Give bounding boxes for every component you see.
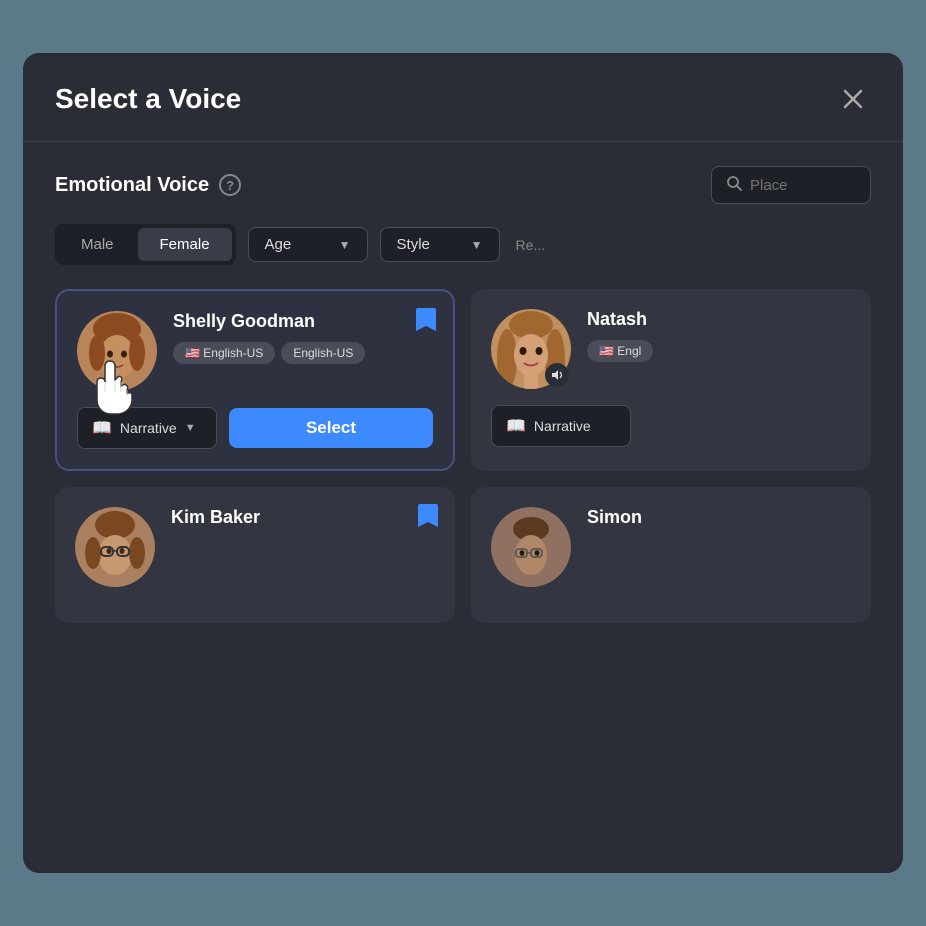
voice-card-natasha: Natash 🇺🇸 Engl 📖 Narrative [471,289,871,471]
search-icon [726,175,742,195]
avatar-wrap-simon [491,507,571,587]
avatar-wrap-natasha [491,309,571,389]
style-dropdown[interactable]: Style ▼ [380,227,500,262]
modal-header: Select a Voice [23,53,903,142]
close-icon [843,89,863,109]
modal-title: Select a Voice [55,83,241,115]
bookmark-icon-shelly [415,307,437,333]
section-title: Emotional Voice [55,174,209,197]
natasha-narrative-label: Narrative [534,418,591,434]
voice-tag-2: English-US [281,342,365,364]
book-icon-natasha: 📖 [506,416,526,436]
voice-info-natasha: Natash 🇺🇸 Engl [587,309,851,362]
help-icon[interactable]: ? [219,174,241,196]
age-dropdown-arrow: ▼ [339,238,351,252]
natasha-tag-1: 🇺🇸 Engl [587,340,653,362]
voice-tags-natasha: 🇺🇸 Engl [587,340,851,362]
voice-card-simon: Simon [471,487,871,623]
modal-body: Emotional Voice ? Male Female Age [23,142,903,647]
male-button[interactable]: Male [59,228,136,261]
search-box[interactable] [711,166,871,204]
age-label: Age [265,236,292,253]
avatar-simon [491,507,571,587]
avatar-shelly [77,311,157,391]
avatar-wrap-shelly [77,311,157,391]
bookmark-icon-kim [417,503,439,529]
narrative-dropdown-shelly[interactable]: 📖 Narrative ▼ [77,407,217,449]
voice-tag-1: 🇺🇸 English-US [173,342,275,364]
section-title-group: Emotional Voice ? [55,174,241,197]
search-input[interactable] [750,177,850,194]
gender-toggle: Male Female [55,224,236,265]
voice-card-top-kim: Kim Baker [75,507,435,587]
narrative-arrow: ▼ [185,422,196,434]
female-button[interactable]: Female [138,228,232,261]
voice-card-bottom-natasha: 📖 Narrative [491,405,851,447]
reset-text[interactable]: Re... [516,237,546,253]
age-dropdown[interactable]: Age ▼ [248,227,368,262]
style-dropdown-arrow: ▼ [471,238,483,252]
voice-card-top-natasha: Natash 🇺🇸 Engl [491,309,851,389]
narrative-dropdown-natasha[interactable]: 📖 Narrative [491,405,631,447]
close-button[interactable] [835,81,871,117]
voice-card-shelly: Shelly Goodman 🇺🇸 English-US English-US [55,289,455,471]
voice-card-top-simon: Simon [491,507,851,587]
voice-info-simon: Simon [587,507,851,538]
voice-name-simon: Simon [587,507,851,528]
select-button-shelly[interactable]: Select [229,408,433,448]
voice-selection-modal: Select a Voice Emotional Voice ? [23,53,903,873]
voice-name-kim: Kim Baker [171,507,435,528]
voice-info-kim: Kim Baker [171,507,435,538]
book-icon: 📖 [92,418,112,438]
voice-card-bottom-shelly: 📖 Narrative ▼ Select [77,407,433,449]
voice-name-shelly: Shelly Goodman [173,311,433,332]
filters-row: Male Female Age ▼ Style ▼ Re... [55,224,871,265]
voice-name-natasha: Natash [587,309,851,330]
voice-card-kim: Kim Baker [55,487,455,623]
avatar-image-kim [75,507,155,587]
section-header: Emotional Voice ? [55,166,871,204]
bookmark-button-kim[interactable] [417,503,439,535]
speaker-icon-natasha [545,363,569,387]
avatar-kim [75,507,155,587]
avatar-image-shelly [77,311,157,391]
voice-info-shelly: Shelly Goodman 🇺🇸 English-US English-US [173,311,433,364]
voices-grid: Shelly Goodman 🇺🇸 English-US English-US [55,289,871,623]
voice-card-top: Shelly Goodman 🇺🇸 English-US English-US [77,311,433,391]
avatar-wrap-kim [75,507,155,587]
bookmark-button-shelly[interactable] [415,307,437,339]
avatar-image-simon [491,507,571,587]
style-label: Style [397,236,430,253]
narrative-label: Narrative [120,420,177,436]
voice-tags-shelly: 🇺🇸 English-US English-US [173,342,433,364]
